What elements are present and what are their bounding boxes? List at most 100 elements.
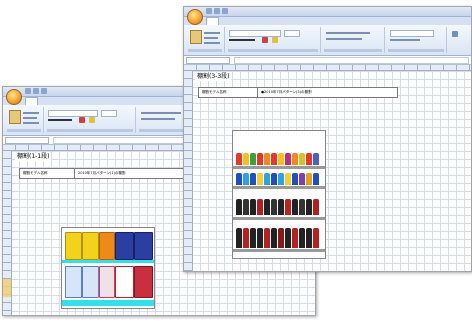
fill-color-icon[interactable] <box>272 37 278 43</box>
product-bottle <box>306 173 312 185</box>
product-can <box>134 266 153 298</box>
product-bottle <box>250 153 256 165</box>
shelf-board <box>233 217 325 220</box>
product-bottle <box>236 153 242 165</box>
quick-access-toolbar[interactable] <box>25 88 47 94</box>
font-size-select[interactable] <box>284 30 300 37</box>
tab-page-layout[interactable] <box>241 17 255 25</box>
product-bottle <box>278 173 284 185</box>
product-can <box>115 266 134 298</box>
product-bottle <box>285 199 291 215</box>
quick-access-toolbar[interactable] <box>206 8 228 14</box>
product-bottle <box>292 228 298 248</box>
product-bottle <box>236 199 242 215</box>
product-bottle <box>313 173 319 185</box>
product-bottle <box>306 199 312 215</box>
tab-home[interactable] <box>206 17 220 25</box>
product-bottle <box>278 153 284 165</box>
model-name-label: 棚割モデル名称 <box>23 171 48 175</box>
product-bottle <box>306 228 312 248</box>
redo-icon[interactable] <box>41 88 47 94</box>
formula-bar <box>184 56 471 65</box>
planogram-shelf <box>232 130 326 259</box>
styles-group <box>448 27 470 53</box>
product-bottle <box>285 228 291 248</box>
sheet-title: 棚割(3-3段) <box>195 73 232 81</box>
price-strip <box>62 260 154 263</box>
row-headers <box>184 71 193 271</box>
office-orb-icon[interactable] <box>6 89 22 105</box>
product-bottle <box>313 228 319 248</box>
tab-insert[interactable] <box>44 97 54 105</box>
paste-icon[interactable] <box>190 30 202 44</box>
font-size-select[interactable] <box>101 110 117 117</box>
fill-color-icon[interactable] <box>89 117 95 123</box>
font-group <box>226 27 321 53</box>
number-format-select[interactable] <box>390 30 434 37</box>
product-bottle <box>243 199 249 215</box>
product-bottle <box>257 153 263 165</box>
product-bottle <box>264 153 270 165</box>
font-name-select[interactable] <box>48 110 98 117</box>
undo-icon[interactable] <box>214 8 220 14</box>
planogram-shelf <box>61 227 155 309</box>
tab-review[interactable] <box>111 97 121 105</box>
shelf-board <box>233 186 325 189</box>
shelf-board <box>233 249 325 252</box>
cell-grid[interactable] <box>184 71 471 271</box>
save-icon[interactable] <box>25 88 31 94</box>
product-bottle <box>292 173 298 185</box>
model-name-value: ●2010年7月パターン(3)の棚割 <box>257 88 397 97</box>
tab-page-layout[interactable] <box>60 97 74 105</box>
font-color-icon[interactable] <box>79 117 85 123</box>
product-bottle <box>271 153 277 165</box>
product-can <box>82 232 99 260</box>
product-bottle <box>243 153 249 165</box>
product-can <box>82 266 99 298</box>
alignment-group <box>322 27 385 53</box>
product-bottle <box>257 228 263 248</box>
office-orb-icon[interactable] <box>187 9 203 25</box>
tab-formulas[interactable] <box>80 97 90 105</box>
product-bottle <box>278 199 284 215</box>
product-bottle <box>243 173 249 185</box>
tab-data[interactable] <box>276 17 286 25</box>
name-box[interactable] <box>5 137 49 144</box>
model-name-row: 棚割モデル名称 ●2010年7月パターン(3)の棚割 <box>198 87 398 98</box>
title-bar <box>184 7 471 17</box>
product-bottle <box>271 173 277 185</box>
name-box[interactable] <box>186 57 230 64</box>
ribbon-tabs <box>184 17 471 25</box>
product-bottle <box>285 173 291 185</box>
redo-icon[interactable] <box>222 8 228 14</box>
clipboard-group <box>186 27 225 53</box>
spreadsheet-window-front[interactable]: 棚割(3-3段) 棚割モデル名称 ●2010年7月パターン(3)の棚割 <box>183 6 472 272</box>
font-color-icon[interactable] <box>262 37 268 43</box>
product-bottle <box>264 173 270 185</box>
price-strip <box>62 300 154 306</box>
tab-data[interactable] <box>95 97 105 105</box>
product-bottle <box>299 173 305 185</box>
number-group <box>386 27 447 53</box>
tab-review[interactable] <box>292 17 302 25</box>
selected-rows <box>3 279 11 297</box>
product-can <box>65 232 82 260</box>
font-group <box>45 107 136 133</box>
sheet-title: 棚割(1-1段) <box>15 153 52 161</box>
paste-icon[interactable] <box>9 110 21 124</box>
save-icon[interactable] <box>206 8 212 14</box>
formula-input[interactable] <box>234 57 469 64</box>
tab-home[interactable] <box>25 97 39 105</box>
undo-icon[interactable] <box>33 88 39 94</box>
product-bottle <box>250 173 256 185</box>
tab-insert[interactable] <box>225 17 235 25</box>
shelf-board <box>233 166 325 169</box>
product-can <box>134 232 153 260</box>
tab-view[interactable] <box>308 17 318 25</box>
product-bottle <box>257 173 263 185</box>
clipboard-group <box>5 107 44 133</box>
styles-icon[interactable] <box>452 31 458 37</box>
tab-formulas[interactable] <box>261 17 271 25</box>
font-name-select[interactable] <box>229 30 281 37</box>
product-bottle <box>278 228 284 248</box>
